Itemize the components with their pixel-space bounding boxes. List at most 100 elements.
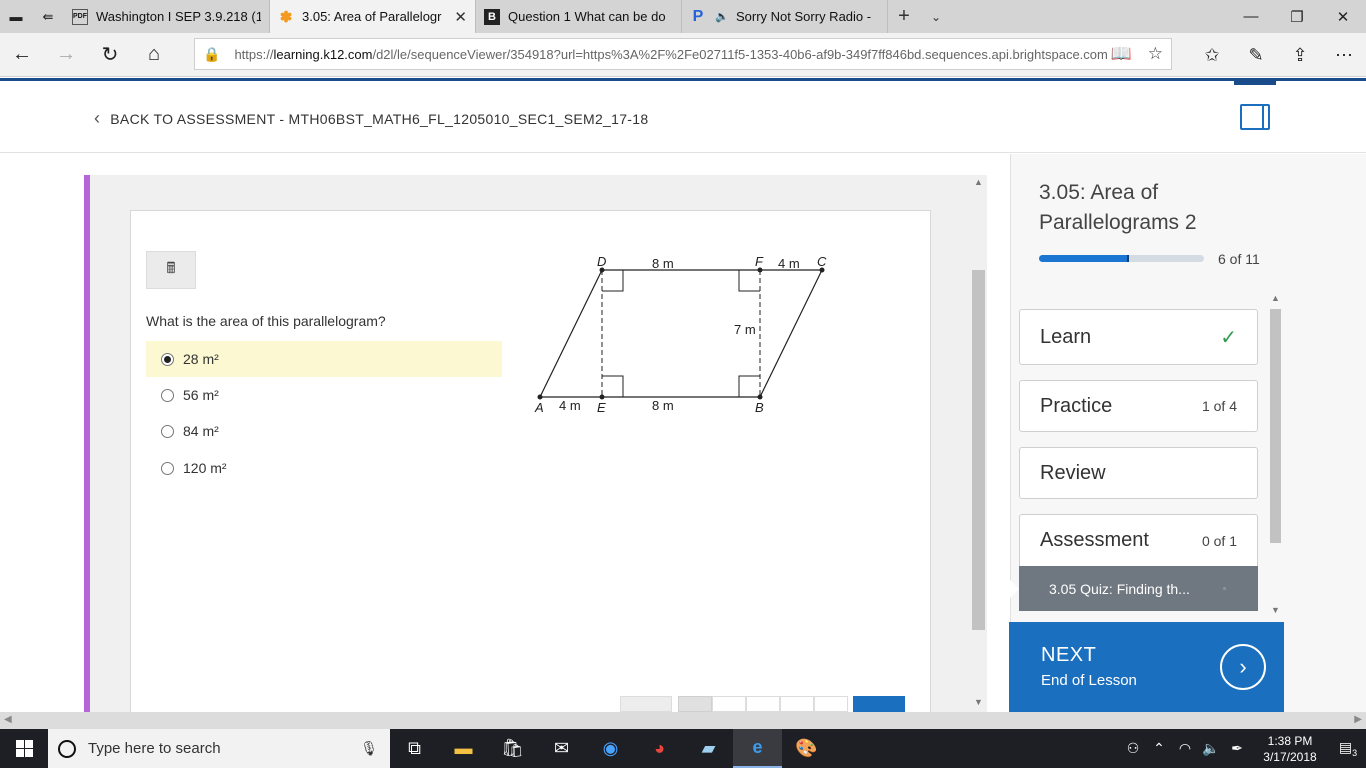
task-view-icon[interactable]: ⧉ <box>390 729 439 768</box>
step-learn[interactable]: Learn ✓ <box>1019 309 1258 365</box>
scroll-right-icon[interactable]: ▶ <box>1354 714 1362 725</box>
checkmark-icon: ✓ <box>1220 326 1237 349</box>
pen-icon[interactable]: ✒ <box>1224 740 1250 757</box>
clock[interactable]: 1:38 PM 3/17/2018 <box>1250 733 1330 765</box>
chrome-icon[interactable]: ◕ <box>635 729 684 768</box>
web-note-icon[interactable]: ✎ <box>1234 33 1278 77</box>
set-aside-tabs-icon[interactable]: ⇚ <box>32 0 64 33</box>
url-text[interactable]: https://learning.k12.com/d2l/le/sequence… <box>234 47 1110 62</box>
calculator-button[interactable]: 🖩 <box>146 251 196 289</box>
tab-title: Washington I SEP 3.9.218 (1 <box>96 9 261 24</box>
status-dot <box>1223 587 1226 590</box>
page-button[interactable] <box>814 696 848 712</box>
radio-button[interactable] <box>161 461 174 475</box>
new-tab-icon[interactable]: + <box>888 0 920 33</box>
notification-center-icon[interactable]: ▤3 <box>1330 739 1366 758</box>
back-to-assessment-link[interactable]: ‹ BACK TO ASSESSMENT - MTH06BST_MATH6_FL… <box>94 108 648 129</box>
browser-tab-active[interactable]: ✽ 3.05: Area of Parallelogr ✕ <box>270 0 476 33</box>
windows-taskbar: Type here to search 🎙 ⧉ ▬ 🛍 ✉ ◉ ◕ ▰ e 🎨 … <box>0 729 1366 768</box>
more-icon[interactable]: ⋯ <box>1322 33 1366 77</box>
close-window-icon[interactable]: ✕ <box>1320 0 1366 33</box>
scrollbar-thumb[interactable] <box>972 270 985 630</box>
speaker-icon: 🔈 <box>715 11 729 23</box>
scroll-up-icon[interactable]: ▲ <box>1268 293 1283 303</box>
microphone-icon[interactable]: 🎙 <box>360 740 378 757</box>
answer-choice[interactable]: 84 m² <box>146 413 502 449</box>
point-label-b: B <box>755 400 764 415</box>
tab-manager-icon[interactable]: ▬ <box>0 0 32 33</box>
home-icon[interactable]: ⌂ <box>132 33 176 77</box>
choice-label: 120 m² <box>183 460 227 476</box>
scroll-down-icon[interactable]: ▼ <box>1268 605 1283 615</box>
app-icon[interactable]: ◉ <box>586 729 635 768</box>
label-top-right-length: 4 m <box>778 256 800 271</box>
radio-button[interactable] <box>161 352 174 366</box>
paint-icon[interactable]: 🎨 <box>782 729 831 768</box>
chevron-up-icon[interactable]: ⌃ <box>1146 740 1172 757</box>
answer-choice[interactable]: 28 m² <box>146 341 502 377</box>
restore-icon[interactable]: ❐ <box>1274 0 1320 33</box>
scroll-up-icon[interactable]: ▲ <box>970 177 987 187</box>
chevron-down-icon[interactable]: ⌄ <box>920 0 952 33</box>
parallelogram-shape <box>539 269 823 398</box>
next-sublabel: End of Lesson <box>1041 672 1137 689</box>
file-explorer-icon[interactable]: ▬ <box>439 729 488 768</box>
edge-icon[interactable]: e <box>733 729 782 768</box>
browser-tab[interactable]: B Question 1 What can be do <box>476 0 682 33</box>
volume-icon[interactable]: 🔈 <box>1198 740 1224 757</box>
brainly-icon: B <box>484 8 500 25</box>
tab-title: 3.05: Area of Parallelogr <box>302 9 442 24</box>
mail-icon[interactable]: ✉ <box>537 729 586 768</box>
page-horizontal-scrollbar[interactable]: ◀ ▶ <box>0 712 1366 729</box>
toggle-panel-icon[interactable] <box>1240 104 1270 130</box>
next-button[interactable]: NEXT End of Lesson › <box>1009 622 1284 712</box>
address-bar[interactable]: 🔒 https://learning.k12.com/d2l/le/sequen… <box>194 38 1172 70</box>
browser-tab[interactable]: PDF Washington I SEP 3.9.218 (1 <box>64 0 270 33</box>
scroll-down-icon[interactable]: ▼ <box>970 697 987 707</box>
page-button[interactable] <box>712 696 746 712</box>
page-button[interactable] <box>746 696 780 712</box>
reading-view-icon[interactable]: 📖 <box>1111 44 1132 64</box>
back-arrow-icon[interactable]: ← <box>0 33 44 77</box>
step-name: Learn <box>1040 325 1092 348</box>
point-label-d: D <box>597 254 606 269</box>
quiz-subitem[interactable]: 3.05 Quiz: Finding th... <box>1019 566 1258 611</box>
content-scrollbar[interactable]: ▲ ▼ <box>970 175 987 712</box>
forward-arrow-icon[interactable]: → <box>44 33 88 77</box>
refresh-icon[interactable]: ↻ <box>88 33 132 77</box>
question-pagination <box>620 696 905 712</box>
current-item-pointer <box>1010 580 1019 598</box>
app-icon[interactable]: ▰ <box>684 729 733 768</box>
taskbar-search[interactable]: Type here to search 🎙 <box>48 729 390 768</box>
close-tab-icon[interactable]: ✕ <box>454 8 467 26</box>
answer-choice[interactable]: 120 m² <box>146 450 502 486</box>
browser-tab[interactable]: P 🔈 Sorry Not Sorry Radio - <box>682 0 888 33</box>
step-practice[interactable]: Practice 1 of 4 <box>1019 380 1258 432</box>
page-header: ‹ BACK TO ASSESSMENT - MTH06BST_MATH6_FL… <box>0 81 1366 153</box>
favorite-star-icon[interactable]: ☆ <box>1148 44 1163 64</box>
page-button[interactable] <box>780 696 814 712</box>
lesson-panel-scrollbar[interactable]: ▲ ▼ <box>1268 293 1283 619</box>
start-button[interactable] <box>0 740 48 757</box>
answer-choice[interactable]: 56 m² <box>146 377 502 413</box>
minimize-icon[interactable]: — <box>1228 0 1274 33</box>
wifi-icon[interactable]: ◠ <box>1172 740 1198 757</box>
store-icon[interactable]: 🛍 <box>488 729 537 768</box>
radio-button[interactable] <box>161 388 174 402</box>
next-page-button[interactable] <box>853 696 905 712</box>
previous-page-button[interactable] <box>620 696 672 712</box>
scrollbar-thumb[interactable] <box>1270 309 1281 543</box>
notification-count: 3 <box>1352 747 1358 758</box>
step-info: 1 of 4 <box>1201 398 1237 414</box>
step-assessment[interactable]: Assessment 0 of 1 <box>1019 514 1258 567</box>
subitem-label: 3.05 Quiz: Finding th... <box>1049 580 1190 597</box>
people-icon[interactable]: ⚇ <box>1120 740 1146 757</box>
share-icon[interactable]: ⇪ <box>1278 33 1322 77</box>
label-top-length: 8 m <box>652 256 674 271</box>
radio-button[interactable] <box>161 424 174 438</box>
point-label-c: C <box>817 254 827 269</box>
page-button[interactable] <box>678 696 712 712</box>
scroll-left-icon[interactable]: ◀ <box>4 714 12 725</box>
step-review[interactable]: Review <box>1019 447 1258 499</box>
favorites-hub-icon[interactable]: ✩ <box>1190 33 1234 77</box>
